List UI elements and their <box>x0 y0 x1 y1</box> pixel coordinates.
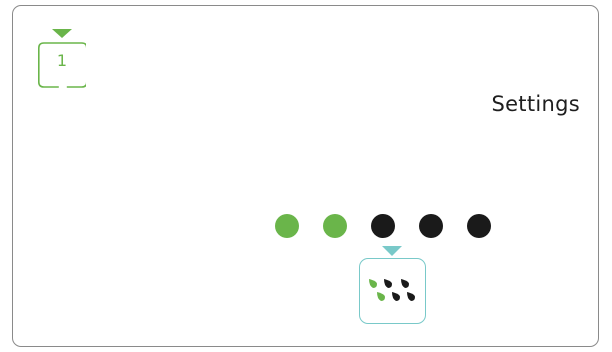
step-number: 1 <box>56 51 68 70</box>
drop-row-bottom <box>377 292 415 301</box>
progress-dot-1 <box>275 214 299 238</box>
selection-pointer-icon <box>382 246 402 256</box>
progress-dot-4 <box>419 214 443 238</box>
progress-dot-5 <box>467 214 491 238</box>
step-indicator: 1 <box>38 29 86 91</box>
progress-dot-3 <box>371 214 395 238</box>
page-title: Settings <box>491 92 580 116</box>
drop-row-top <box>369 279 409 288</box>
water-drops-icon <box>369 279 415 301</box>
progress-dot-2 <box>323 214 347 238</box>
settings-panel <box>12 5 599 347</box>
water-drops-tile[interactable] <box>359 258 426 324</box>
